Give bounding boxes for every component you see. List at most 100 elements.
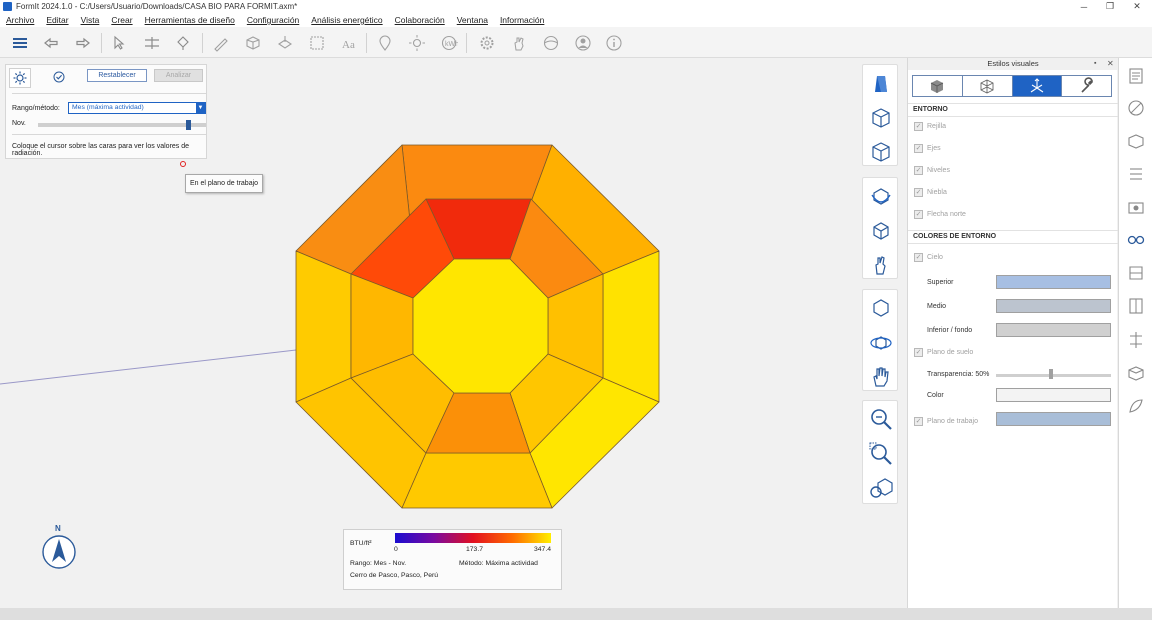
ground-color-swatch[interactable] xyxy=(996,388,1111,402)
north-arrow-checkbox[interactable]: ✓ xyxy=(914,210,923,219)
look-around-icon[interactable] xyxy=(868,218,894,244)
roof-face-center[interactable] xyxy=(412,258,549,394)
plugins-icon[interactable] xyxy=(1126,363,1146,383)
collaboration-icon[interactable] xyxy=(540,32,562,54)
sun-settings-icon[interactable] xyxy=(9,68,31,88)
hand-pan-icon[interactable] xyxy=(868,364,894,390)
undo-icon[interactable] xyxy=(40,32,62,54)
sky-checkbox[interactable]: ✓ xyxy=(914,253,923,262)
fog-checkbox[interactable]: ✓ xyxy=(914,188,923,197)
layers-palette-icon[interactable] xyxy=(1126,164,1146,184)
pan-icon[interactable] xyxy=(868,252,894,278)
info-icon[interactable] xyxy=(603,32,625,54)
paint-icon[interactable] xyxy=(172,32,194,54)
menu-configuracion[interactable]: Configuración xyxy=(247,15,299,25)
north-arrow-icon xyxy=(42,535,76,569)
sun-icon[interactable] xyxy=(406,32,428,54)
workplane-color-swatch[interactable] xyxy=(996,412,1111,426)
align-icon[interactable] xyxy=(141,32,163,54)
pin-icon[interactable]: ▪ xyxy=(1094,60,1102,68)
transparency-slider-thumb[interactable] xyxy=(1049,369,1053,379)
hand-tool-icon[interactable] xyxy=(508,32,530,54)
close-icon[interactable]: ✕ xyxy=(1107,59,1115,68)
settings-icon[interactable] xyxy=(476,32,498,54)
menu-colaboracion[interactable]: Colaboración xyxy=(395,15,445,25)
workplane-label: Plano de trabajo xyxy=(927,418,978,425)
group-icon[interactable] xyxy=(306,32,328,54)
text-icon[interactable]: Aa xyxy=(338,32,360,54)
walk-view-icon[interactable] xyxy=(868,295,894,321)
transparency-slider[interactable] xyxy=(996,374,1111,377)
orbit-target-icon[interactable] xyxy=(868,330,894,356)
levels-palette-icon[interactable] xyxy=(1126,263,1146,283)
roof-face-outer-bottom[interactable] xyxy=(401,452,553,509)
menu-informacion[interactable]: Información xyxy=(500,15,544,25)
workplane-checkbox[interactable]: ✓ xyxy=(914,417,923,426)
workplane-tooltip: En el plano de trabajo xyxy=(185,174,263,193)
tab-environment[interactable] xyxy=(1012,76,1063,96)
maximize-button[interactable]: ❐ xyxy=(1096,0,1124,13)
redo-icon[interactable] xyxy=(72,32,94,54)
orbit-icon[interactable] xyxy=(868,183,894,209)
draw-line-icon[interactable] xyxy=(210,32,232,54)
month-slider-thumb[interactable] xyxy=(186,120,191,130)
menu-editar[interactable]: Editar xyxy=(46,15,68,25)
user-icon[interactable] xyxy=(572,32,594,54)
levels-checkbox[interactable]: ✓ xyxy=(914,166,923,175)
close-window-button[interactable]: ✕ xyxy=(1123,0,1151,13)
energy-analysis-icon[interactable]: kWh xyxy=(438,32,460,54)
menu-archivo[interactable]: Archivo xyxy=(6,15,34,25)
dynamo-icon[interactable] xyxy=(1126,330,1146,350)
select-icon[interactable] xyxy=(108,32,130,54)
top-color-swatch[interactable] xyxy=(996,275,1111,289)
layers-icon[interactable] xyxy=(9,32,31,54)
axes-checkbox[interactable]: ✓ xyxy=(914,144,923,153)
analyze-button[interactable]: Analizar xyxy=(154,69,203,82)
visual-styles-icon[interactable] xyxy=(1126,230,1146,250)
sky-label: Cielo xyxy=(927,254,943,261)
roof-face-outer-right[interactable] xyxy=(602,250,660,403)
top-color-label: Superior xyxy=(927,279,954,286)
hidden-line-view-icon[interactable] xyxy=(868,105,894,131)
properties-icon[interactable] xyxy=(1126,66,1146,86)
legend-method: Método: Máxima actividad xyxy=(459,560,538,567)
shaded-view-icon[interactable] xyxy=(868,70,894,96)
divider xyxy=(12,134,206,135)
wireframe-view-icon[interactable] xyxy=(868,139,894,165)
materials-icon[interactable] xyxy=(1126,98,1146,118)
check-icon[interactable] xyxy=(53,71,65,83)
svg-text:Aa: Aa xyxy=(342,39,355,51)
menu-vista[interactable]: Vista xyxy=(81,15,100,25)
menu-herramientas[interactable]: Herramientas de diseño xyxy=(145,15,235,25)
tab-shaded[interactable] xyxy=(913,76,963,96)
roof-face-outer-left[interactable] xyxy=(295,250,352,403)
middle-color-swatch[interactable] xyxy=(996,299,1111,313)
title-bar: FormIt 2024.1.0 - C:/Users/Usuario/Downl… xyxy=(0,0,1152,13)
reset-button[interactable]: Restablecer xyxy=(87,69,147,82)
groups-icon[interactable] xyxy=(1126,296,1146,316)
menu-crear[interactable]: Crear xyxy=(111,15,132,25)
zoom-icon[interactable] xyxy=(868,406,894,432)
range-method-select[interactable]: Mes (máxima actividad) ▼ xyxy=(68,102,206,114)
tab-wireframe[interactable] xyxy=(962,76,1013,96)
zoom-window-icon[interactable] xyxy=(868,441,894,467)
edit-shape-icon[interactable] xyxy=(274,32,296,54)
menu-ventana[interactable]: Ventana xyxy=(457,15,488,25)
location-icon[interactable] xyxy=(374,32,396,54)
month-slider[interactable] xyxy=(38,123,206,127)
toolbar-separator xyxy=(101,33,102,53)
solid-shape-icon[interactable] xyxy=(242,32,264,54)
insight-icon[interactable] xyxy=(1126,396,1146,416)
bottom-color-swatch[interactable] xyxy=(996,323,1111,337)
grid-checkbox[interactable]: ✓ xyxy=(914,122,923,131)
scenes-icon[interactable] xyxy=(1126,198,1146,218)
legend-location: Cerro de Pasco, Pasco, Perú xyxy=(350,572,439,579)
panel-title: Estilos visuales xyxy=(908,58,1118,70)
content-library-icon[interactable] xyxy=(1126,131,1146,151)
minimize-button[interactable]: ─ xyxy=(1070,0,1098,13)
zoom-extents-icon[interactable] xyxy=(868,475,894,501)
tab-settings[interactable] xyxy=(1062,76,1111,96)
hint-text: Coloque el cursor sobre las caras para v… xyxy=(12,143,190,157)
ground-plane-checkbox[interactable]: ✓ xyxy=(914,348,923,357)
menu-analisis[interactable]: Análisis energético xyxy=(311,15,382,25)
